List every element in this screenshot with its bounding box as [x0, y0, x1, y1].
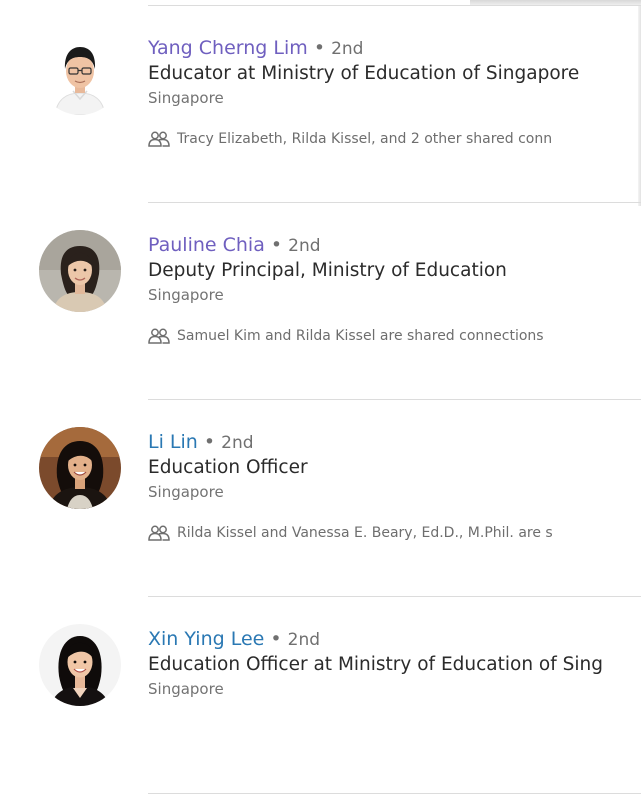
- separator-dot: •: [270, 234, 283, 256]
- profile-photo[interactable]: [39, 230, 121, 312]
- profile-photo[interactable]: [39, 624, 121, 706]
- profile-name-link[interactable]: Yang Cherng Lim: [148, 37, 308, 59]
- name-line: Pauline Chia • 2nd: [148, 232, 641, 258]
- connection-degree: 2nd: [331, 39, 364, 59]
- profile-name-link[interactable]: Li Lin: [148, 431, 198, 453]
- name-line: Xin Ying Lee • 2nd: [148, 626, 641, 652]
- profile-photo[interactable]: [39, 427, 121, 509]
- profile-location: Singapore: [148, 286, 224, 304]
- search-results-list: Yang Cherng Lim • 2nd Educator at Minist…: [0, 6, 641, 794]
- shared-connections-link[interactable]: Samuel Kim and Rilda Kissel are shared c…: [148, 326, 641, 346]
- connection-degree: 2nd: [287, 630, 321, 650]
- result-item: Xin Ying Lee • 2nd Education Officer at …: [0, 597, 641, 794]
- shared-connections-text: Tracy Elizabeth, Rilda Kissel, and 2 oth…: [177, 131, 553, 147]
- shared-connections-link[interactable]: Rilda Kissel and Vanessa E. Beary, Ed.D.…: [148, 523, 641, 543]
- profile-name-link[interactable]: Pauline Chia: [148, 234, 265, 256]
- person-avatar-icon: [39, 624, 121, 706]
- result-info: Pauline Chia • 2nd Deputy Principal, Min…: [148, 232, 641, 346]
- result-info: Xin Ying Lee • 2nd Education Officer at …: [148, 626, 641, 700]
- separator-dot: •: [203, 431, 216, 453]
- result-item: Pauline Chia • 2nd Deputy Principal, Min…: [0, 203, 641, 400]
- result-info: Yang Cherng Lim • 2nd Educator at Minist…: [148, 35, 641, 149]
- profile-name-link[interactable]: Xin Ying Lee: [148, 628, 264, 650]
- shared-connections-text: Rilda Kissel and Vanessa E. Beary, Ed.D.…: [177, 525, 553, 541]
- separator-dot: •: [270, 628, 282, 650]
- result-info: Li Lin • 2nd Education Officer Singapore…: [148, 429, 641, 543]
- name-line: Yang Cherng Lim • 2nd: [148, 35, 641, 61]
- shared-connections-link[interactable]: Tracy Elizabeth, Rilda Kissel, and 2 oth…: [148, 129, 641, 149]
- shared-connections-text: Samuel Kim and Rilda Kissel are shared c…: [177, 328, 544, 344]
- shared-connections-icon: [148, 131, 170, 147]
- profile-headline: Deputy Principal, Ministry of Education: [148, 260, 507, 281]
- shared-connections-icon: [148, 525, 170, 541]
- shared-connections-icon: [148, 328, 170, 344]
- result-item: Yang Cherng Lim • 2nd Educator at Minist…: [0, 6, 641, 203]
- profile-headline: Education Officer at Ministry of Educati…: [148, 654, 603, 675]
- person-avatar-icon: [39, 33, 121, 115]
- profile-headline: Educator at Ministry of Education of Sin…: [148, 63, 580, 84]
- profile-location: Singapore: [148, 483, 224, 501]
- name-line: Li Lin • 2nd: [148, 429, 641, 455]
- result-item: Li Lin • 2nd Education Officer Singapore…: [0, 400, 641, 597]
- profile-headline: Education Officer: [148, 457, 308, 478]
- connection-degree: 2nd: [221, 433, 254, 453]
- separator-dot: •: [313, 37, 326, 59]
- connection-degree: 2nd: [288, 236, 321, 256]
- profile-photo[interactable]: [39, 33, 121, 115]
- profile-location: Singapore: [148, 89, 224, 107]
- profile-location: Singapore: [148, 680, 224, 698]
- person-avatar-icon: [39, 427, 121, 509]
- person-avatar-icon: [39, 230, 121, 312]
